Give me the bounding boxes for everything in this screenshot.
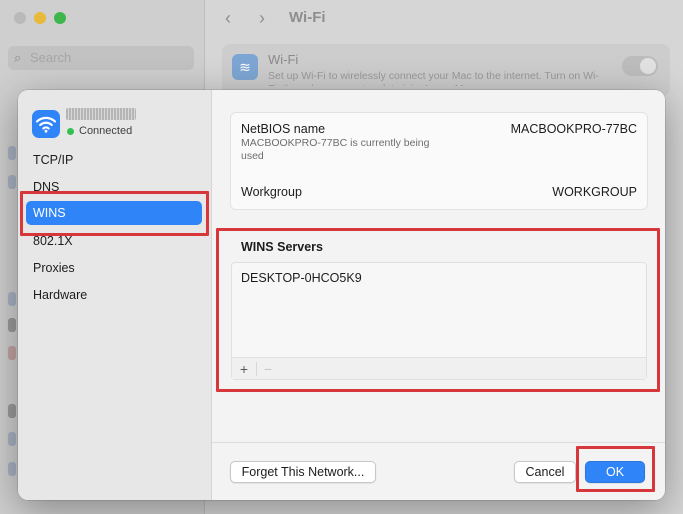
sidebar-item-tcpip[interactable]: TCP/IP (26, 148, 202, 172)
wifi-toggle[interactable] (622, 56, 658, 76)
add-server-button[interactable]: + (234, 360, 254, 378)
forget-network-button[interactable]: Forget This Network... (230, 461, 376, 483)
sidebar-icon (8, 404, 16, 418)
sidebar-icon (8, 292, 16, 306)
workgroup-value[interactable]: WORKGROUP (552, 185, 637, 199)
wins-list-toolbar: + − (232, 357, 646, 379)
ok-button[interactable]: OK (585, 461, 645, 483)
background-search-field[interactable]: ⌕ Search (8, 46, 194, 70)
background-wifi-card: ≋ Wi-Fi Set up Wi-Fi to wirelessly conne… (222, 44, 670, 96)
search-icon: ⌕ (14, 50, 22, 65)
toolbar-separator (256, 362, 257, 376)
netbios-name-note: MACBOOKPRO-77BC is currently being used (241, 137, 430, 162)
wins-server-entry[interactable]: DESKTOP-0HCO5K9 (241, 271, 362, 285)
footer-divider (212, 442, 665, 443)
netbios-name-value[interactable]: MACBOOKPRO-77BC (511, 122, 637, 136)
cancel-button[interactable]: Cancel (514, 461, 576, 483)
wifi-network-icon (32, 110, 60, 138)
zoom-window-button[interactable] (54, 12, 66, 24)
connected-status-dot (67, 128, 74, 135)
wins-servers-list[interactable]: DESKTOP-0HCO5K9 + − (231, 262, 647, 380)
wifi-card-title: Wi-Fi (268, 52, 299, 67)
sheet-sidebar: Connected TCP/IP DNS WINS 802.1X Proxies… (18, 90, 212, 500)
sidebar-icon (8, 462, 16, 476)
workgroup-label: Workgroup (241, 185, 302, 199)
back-chevron-icon[interactable]: ‹ (225, 8, 231, 29)
sidebar-item-hardware[interactable]: Hardware (26, 283, 202, 307)
sheet-main-panel: NetBIOS name MACBOOKPRO-77BC MACBOOKPRO-… (212, 90, 665, 500)
sidebar-icon (8, 146, 16, 160)
search-placeholder: Search (30, 50, 72, 65)
wifi-icon: ≋ (232, 54, 258, 80)
sidebar-item-8021x[interactable]: 802.1X (26, 229, 202, 253)
background-header: ‹ › Wi-Fi (205, 0, 683, 38)
sidebar-icon (8, 346, 16, 360)
minimize-window-button[interactable] (34, 12, 46, 24)
forward-chevron-icon[interactable]: › (259, 8, 265, 29)
wifi-card-description: Set up Wi-Fi to wirelessly connect your … (268, 70, 599, 86)
netbios-name-label: NetBIOS name (241, 122, 326, 136)
remove-server-button[interactable]: − (258, 360, 278, 378)
sidebar-icon (8, 175, 16, 189)
sidebar-item-proxies[interactable]: Proxies (26, 256, 202, 280)
netbios-card: NetBIOS name MACBOOKPRO-77BC MACBOOKPRO-… (230, 112, 648, 210)
sidebar-item-dns[interactable]: DNS (26, 175, 202, 199)
sidebar-icon (8, 432, 16, 446)
window-title: Wi-Fi (289, 9, 326, 26)
sidebar-icon (8, 318, 16, 332)
network-status: Connected (79, 125, 133, 137)
close-window-button[interactable] (14, 12, 26, 24)
network-name-redacted (66, 108, 136, 120)
wins-servers-title: WINS Servers (241, 240, 323, 254)
sidebar-item-wins[interactable]: WINS (26, 201, 202, 225)
network-details-sheet: Connected TCP/IP DNS WINS 802.1X Proxies… (18, 90, 665, 500)
